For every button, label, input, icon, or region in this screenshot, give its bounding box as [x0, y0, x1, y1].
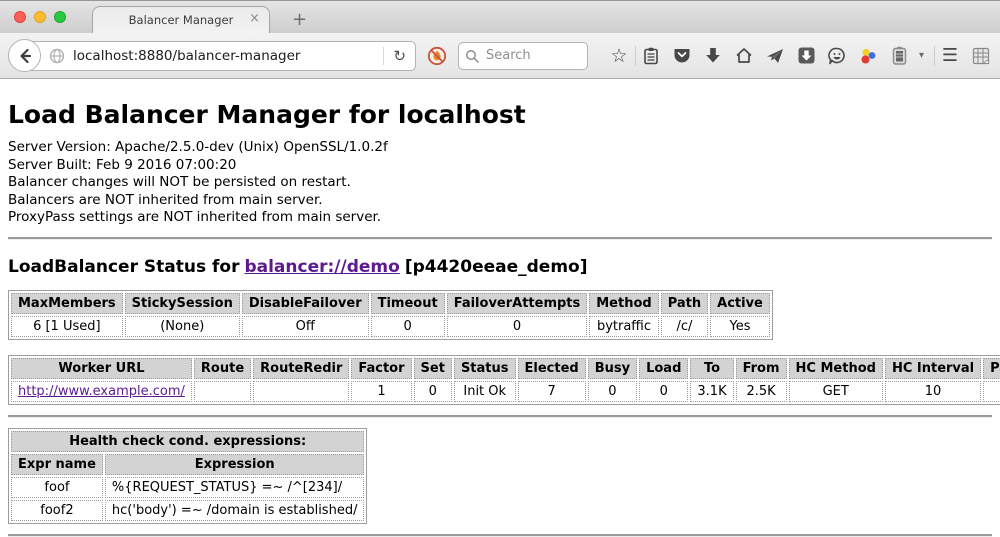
persist-notice-line: Balancer changes will NOT be persisted o… [8, 174, 992, 192]
server-info: Server Version: Apache/2.5.0-dev (Unix) … [8, 139, 992, 227]
worker-status-table: Worker URL Route RouteRedir Factor Set S… [8, 355, 1000, 405]
section-divider [8, 415, 992, 418]
tab-close-icon[interactable]: × [249, 12, 260, 25]
balancer-settings-table: MaxMembers StickySession DisableFailover… [8, 290, 773, 340]
server-version-line: Server Version: Apache/2.5.0-dev (Unix) … [8, 139, 992, 157]
balancers-notice-line: Balancers are NOT inherited from main se… [8, 192, 992, 210]
clipboard-icon[interactable] [642, 46, 660, 66]
worker-url-link[interactable]: http://www.example.com/ [18, 384, 185, 399]
minimize-window-button[interactable] [34, 11, 46, 23]
search-bar[interactable] [458, 42, 588, 70]
browser-tab[interactable]: Balancer Manager × [92, 6, 270, 33]
url-bar[interactable]: localhost:8880/balancer-manager ↻ [24, 41, 416, 71]
grid-extension-icon[interactable] [972, 46, 990, 66]
color-dots-icon[interactable] [859, 46, 877, 66]
content-blocked-icon[interactable] [427, 46, 447, 66]
chevron-down-icon[interactable]: ▾ [917, 46, 927, 66]
table-row: foof2 hc('body') =~ /domain is establish… [11, 500, 364, 521]
balancer-manager-page: Load Balancer Manager for localhost Serv… [0, 100, 1000, 537]
home-icon[interactable] [735, 46, 753, 66]
table-title-row: Health check cond. expressions: [11, 431, 364, 452]
traffic-lights [14, 11, 66, 23]
search-icon [465, 49, 479, 63]
chat-smiley-icon[interactable] [828, 46, 846, 66]
url-text[interactable]: localhost:8880/balancer-manager [73, 48, 383, 64]
balancer-demo-link[interactable]: balancer://demo [244, 257, 399, 277]
bookmark-star-icon[interactable]: ☆ [610, 46, 628, 66]
loadbalancer-status-heading: LoadBalancer Status forbalancer://demo[p… [8, 257, 992, 277]
table-header-row: MaxMembers StickySession DisableFailover… [11, 293, 770, 314]
search-input[interactable] [484, 47, 574, 64]
health-check-expressions-table: Health check cond. expressions: Expr nam… [8, 428, 367, 524]
menu-hamburger-icon[interactable]: ☰ [941, 46, 959, 66]
reload-icon[interactable]: ↻ [384, 47, 415, 65]
download-arrow-icon[interactable] [704, 46, 722, 66]
send-plane-icon[interactable] [766, 46, 784, 66]
table-header-row: Worker URL Route RouteRedir Factor Set S… [11, 358, 1000, 379]
server-built-line: Server Built: Feb 9 2016 07:00:20 [8, 157, 992, 175]
pocket-icon[interactable] [673, 46, 691, 66]
new-tab-button[interactable]: + [286, 9, 313, 31]
proxypass-notice-line: ProxyPass settings are NOT inherited fro… [8, 209, 992, 227]
table-row: 6 [1 Used] (None) Off 0 0 bytraffic /c/ … [11, 316, 770, 337]
tab-title: Balancer Manager [129, 13, 234, 27]
page-title: Load Balancer Manager for localhost [8, 100, 992, 129]
window-titlebar: Balancer Manager × + [0, 0, 1000, 33]
table-row: foof %{REQUEST_STATUS} =~ /^[234]/ [11, 477, 364, 498]
navigation-toolbar: localhost:8880/balancer-manager ↻ ☆ [0, 33, 1000, 79]
back-arrow-icon [16, 47, 34, 65]
section-divider [8, 237, 992, 240]
download-panel-icon[interactable] [797, 46, 815, 66]
back-button[interactable] [8, 39, 41, 72]
globe-icon [49, 48, 65, 64]
zoom-window-button[interactable] [54, 11, 66, 23]
close-window-button[interactable] [14, 11, 26, 23]
table-header-row: Expr name Expression [11, 454, 364, 475]
table-row: http://www.example.com/ 1 0 Init Ok 7 0 … [11, 381, 1000, 402]
battery-extension-icon[interactable] [890, 46, 908, 66]
toolbar-divider [934, 46, 935, 66]
toolbar-divider [635, 46, 636, 66]
